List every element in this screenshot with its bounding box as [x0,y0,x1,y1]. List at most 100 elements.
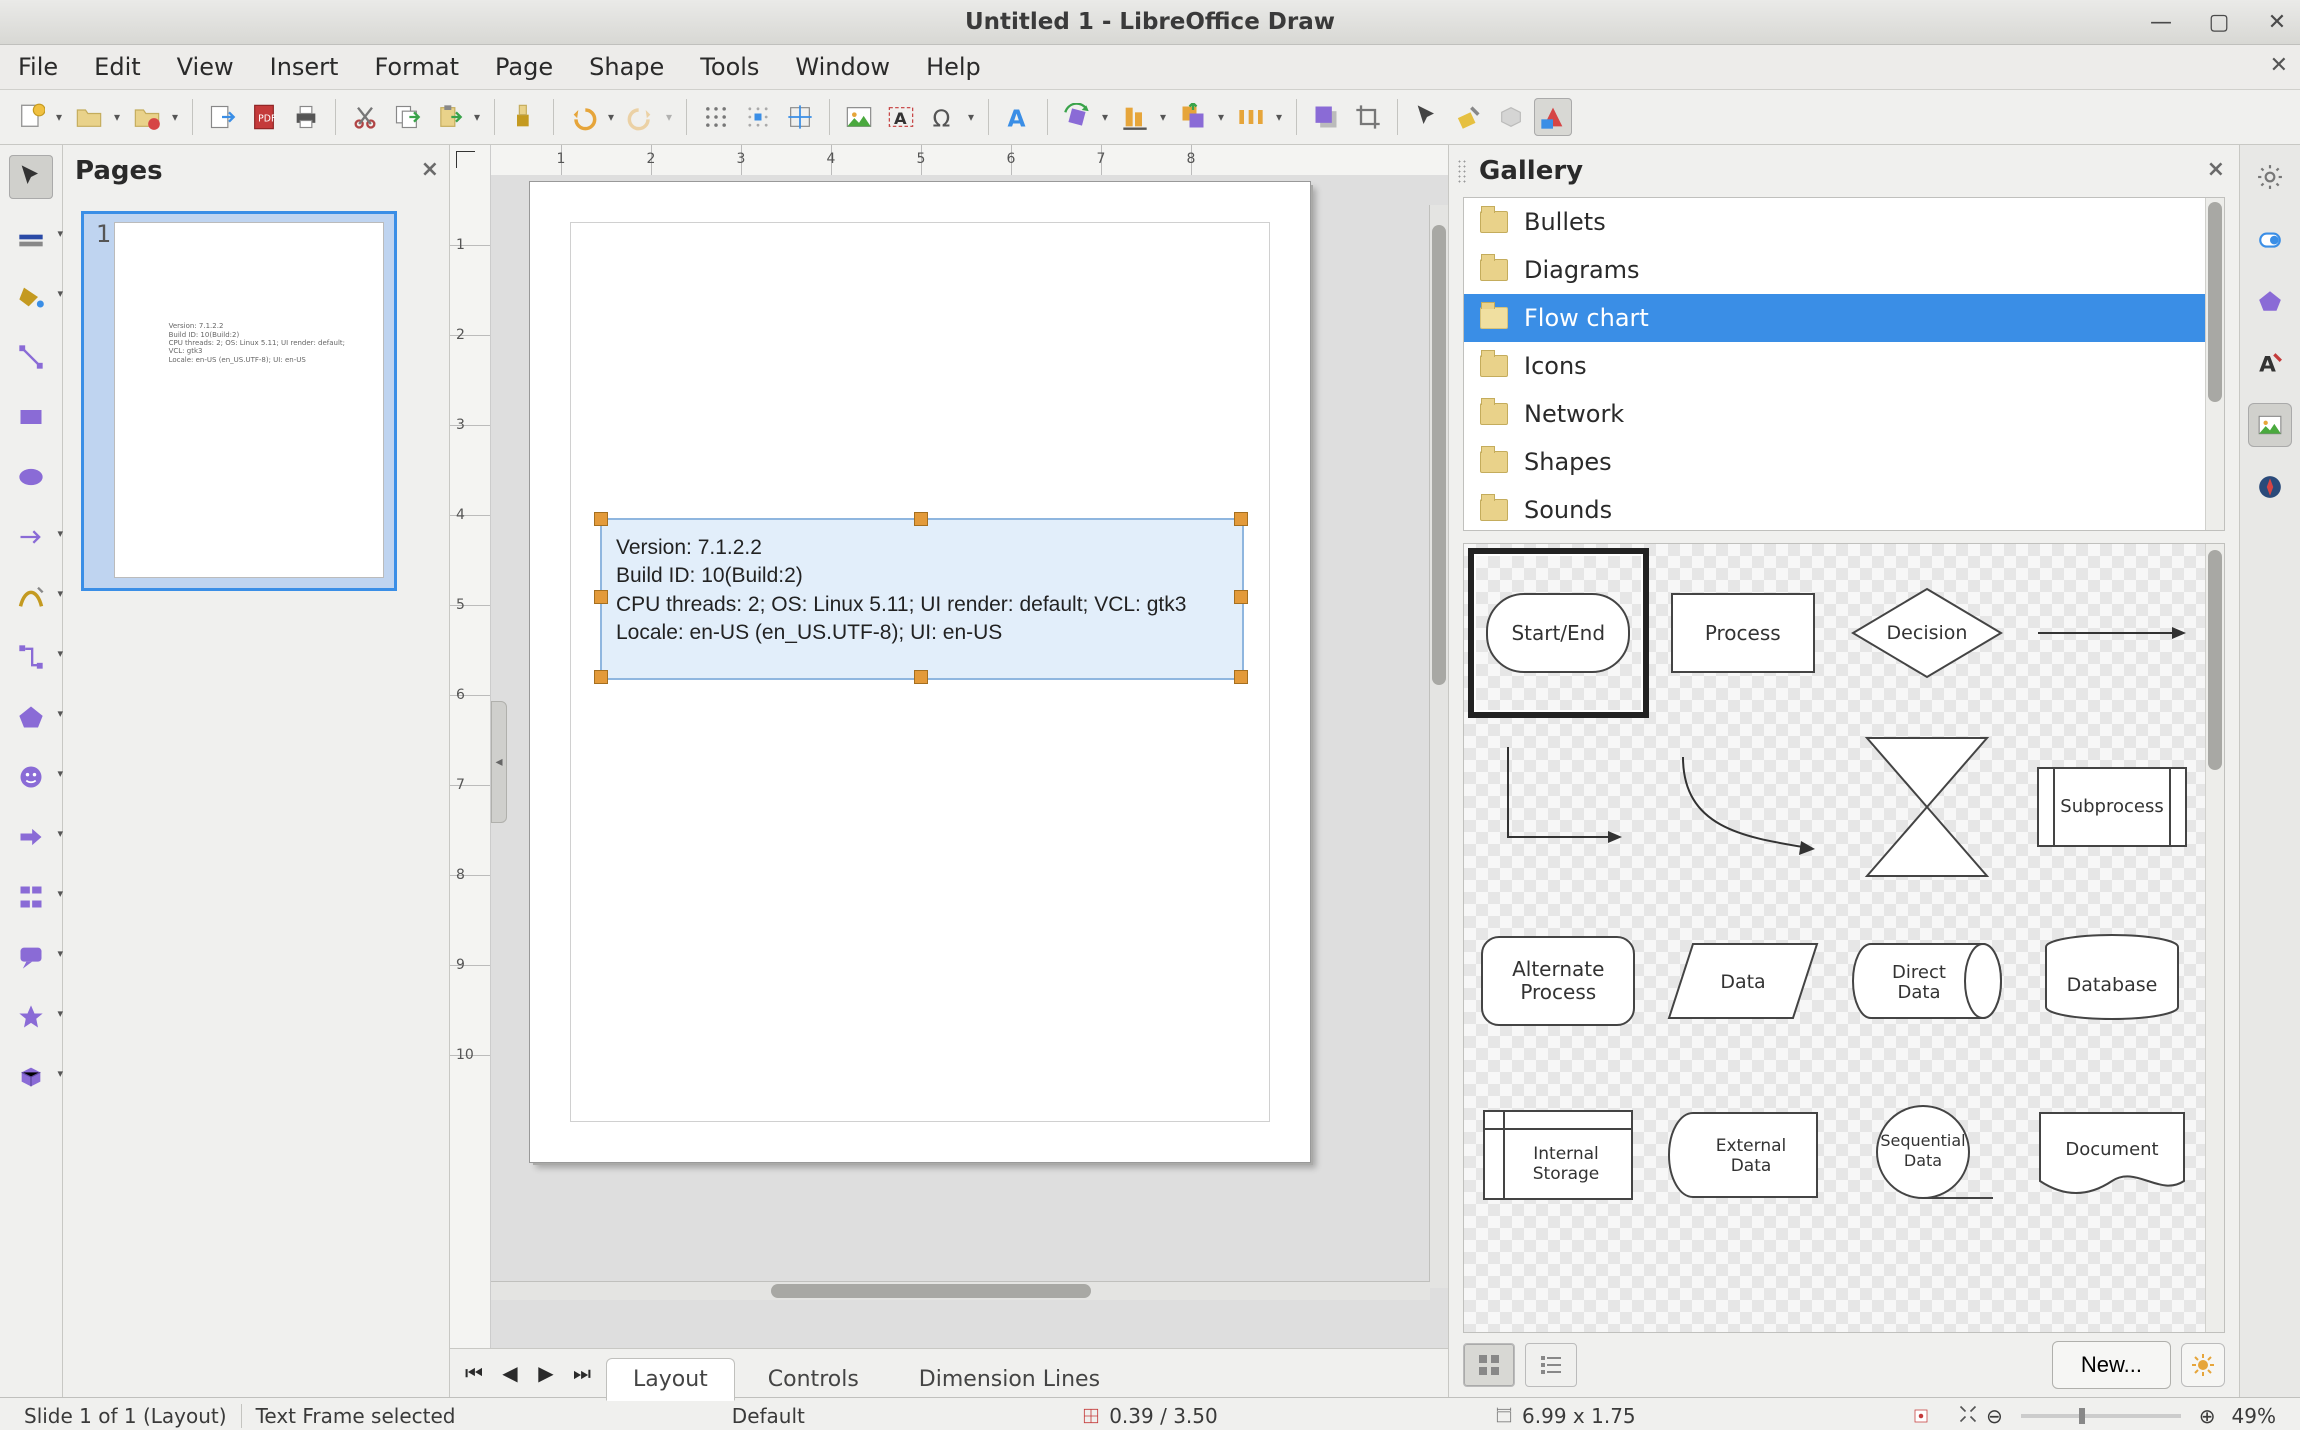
sidebar-tab-styles[interactable]: A [2248,341,2292,385]
callouts-tool[interactable]: ▾ [9,935,53,979]
zoom-out-button[interactable]: ⊖ [1986,1404,2003,1428]
rectangle-tool[interactable] [9,395,53,439]
window-minimize-button[interactable]: — [2146,10,2176,35]
gallery-item-external-data[interactable]: ExternalData [1653,1070,1834,1240]
menu-page[interactable]: Page [477,47,571,87]
drawing-page[interactable]: Version: 7.1.2.2 Build ID: 10(Build:2) C… [529,181,1311,1163]
gallery-grid-scrollbar[interactable] [2205,544,2224,1332]
canvas-hscrollbar[interactable] [491,1281,1430,1300]
gallery-grid-view-button[interactable] [1463,1343,1515,1387]
insert-textbox-button[interactable]: A [882,98,920,136]
rotate-button[interactable] [1058,98,1096,136]
paste-button[interactable] [430,98,468,136]
gallery-new-theme-button[interactable]: New... [2052,1341,2171,1389]
insert-special-char-button[interactable]: Ω [924,98,962,136]
close-document-button[interactable]: ✕ [2270,53,2288,78]
flowchart-tool[interactable]: ▾ [9,875,53,919]
guides-button[interactable] [781,98,819,136]
sidebar-tab-properties[interactable] [2248,217,2292,261]
gallery-item-decision[interactable]: Decision [1837,548,2018,718]
zoom-in-button[interactable]: ⊕ [2199,1404,2216,1428]
menu-tools[interactable]: Tools [682,47,777,87]
menu-help[interactable]: Help [908,47,999,87]
gallery-item-arrow-right[interactable] [2022,548,2203,718]
save-button[interactable] [128,98,166,136]
arrange-dropdown[interactable] [1214,98,1228,136]
gallery-cat-scrollbar[interactable] [2205,198,2224,530]
sidebar-tab-gallery[interactable] [2248,403,2292,447]
gallery-item-hourglass[interactable] [1837,722,2018,892]
collapse-pages-grabber[interactable]: ◂ [491,701,507,823]
gallery-cat-flowchart[interactable]: Flow chart [1464,294,2224,342]
shadow-button[interactable] [1307,98,1345,136]
gallery-item-internal-storage[interactable]: InternalStorage [1468,1070,1649,1240]
print-button[interactable] [287,98,325,136]
gallery-item-alternate-process[interactable]: Alternate Process [1468,896,1649,1066]
page-thumbnail-1[interactable]: 1 Version: 7.1.2.2Build ID: 10(Build:2)C… [81,211,397,591]
menu-shape[interactable]: Shape [571,47,682,87]
undo-button[interactable] [564,98,602,136]
menu-format[interactable]: Format [356,47,477,87]
gallery-item-arrow-down-right[interactable] [1468,722,1649,892]
fill-color-tool[interactable]: ▾ [9,275,53,319]
tab-layout[interactable]: Layout [606,1358,735,1401]
grid-toggle-button[interactable] [697,98,735,136]
rotate-dropdown[interactable] [1098,98,1112,136]
line-tool[interactable] [9,335,53,379]
menu-edit[interactable]: Edit [76,47,158,87]
ellipse-tool[interactable] [9,455,53,499]
block-arrows-tool[interactable]: ▾ [9,815,53,859]
special-char-dropdown[interactable] [964,98,978,136]
connector-tool[interactable]: ▾ [9,635,53,679]
clone-formatting-button[interactable] [505,98,543,136]
insert-image-button[interactable] [840,98,878,136]
draw-functions-toggle-button[interactable] [1534,98,1572,136]
gallery-item-subprocess[interactable]: Subprocess [2022,722,2203,892]
crop-button[interactable] [1349,98,1387,136]
align-dropdown[interactable] [1156,98,1170,136]
paste-dropdown[interactable] [470,98,484,136]
extrusion-button[interactable] [1492,98,1530,136]
snap-to-grid-button[interactable] [739,98,777,136]
symbol-shapes-tool[interactable]: ▾ [9,755,53,799]
save-dropdown[interactable] [168,98,182,136]
gallery-item-arrow-curve[interactable] [1653,722,1834,892]
status-style[interactable]: Default [718,1404,819,1428]
new-document-dropdown[interactable] [52,98,66,136]
sidebar-settings-icon[interactable] [2248,155,2292,199]
gallery-close-button[interactable]: × [2207,157,2225,182]
3d-tool[interactable]: ▾ [9,1055,53,1099]
arrow-line-tool[interactable]: ▾ [9,515,53,559]
export-pdf-button[interactable]: PDF [245,98,283,136]
sidebar-grip[interactable] [1457,159,1467,183]
sidebar-tab-shapes[interactable] [2248,279,2292,323]
select-tool[interactable] [9,155,53,199]
gallery-cat-sounds[interactable]: Sounds [1464,486,2224,531]
ruler-vertical[interactable]: 1 2 3 4 5 6 7 8 9 10 [450,175,491,1348]
gallery-item-direct-data[interactable]: DirectData [1837,896,2018,1066]
gallery-cat-network[interactable]: Network [1464,390,2224,438]
distribute-dropdown[interactable] [1272,98,1286,136]
gluepoints-button[interactable] [1450,98,1488,136]
menu-window[interactable]: Window [777,47,908,87]
gallery-item-document[interactable]: Document [2022,1070,2203,1240]
gallery-cat-bullets[interactable]: Bullets [1464,198,2224,246]
open-dropdown[interactable] [110,98,124,136]
pages-panel-close[interactable]: × [421,157,439,182]
tab-controls[interactable]: Controls [741,1358,886,1401]
gallery-item-data[interactable]: Data [1653,896,1834,1066]
window-close-button[interactable]: ✕ [2262,10,2292,35]
redo-dropdown[interactable] [662,98,676,136]
undo-dropdown[interactable] [604,98,618,136]
menu-view[interactable]: View [159,47,252,87]
fit-page-button[interactable] [1958,1404,1978,1429]
gallery-cat-shapes[interactable]: Shapes [1464,438,2224,486]
tab-dimension-lines[interactable]: Dimension Lines [892,1358,1127,1401]
canvas-vscrollbar[interactable] [1429,205,1448,1288]
gallery-item-database[interactable]: Database [2022,896,2203,1066]
stars-tool[interactable]: ▾ [9,995,53,1039]
first-page-button[interactable]: ⏮ [460,1359,488,1387]
last-page-button[interactable]: ⏭ [568,1359,596,1387]
menu-insert[interactable]: Insert [252,47,357,87]
gallery-item-start-end[interactable]: Start/End [1468,548,1649,718]
